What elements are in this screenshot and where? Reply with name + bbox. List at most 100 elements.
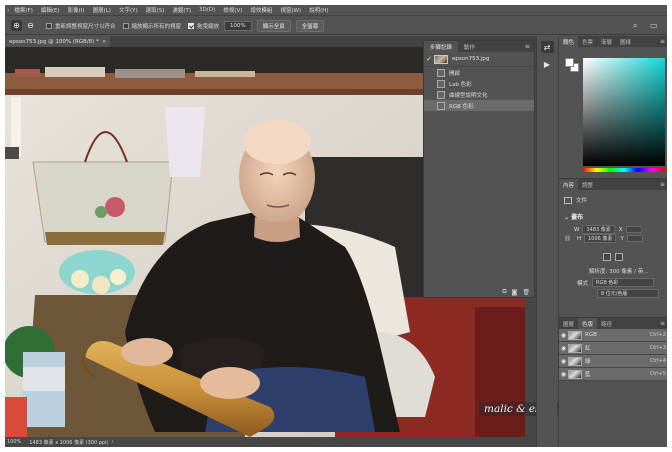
tab-channels[interactable]: 色版 bbox=[578, 318, 598, 329]
checkbox-box[interactable] bbox=[46, 22, 52, 29]
actions-panel-icon[interactable]: ▶ bbox=[541, 58, 554, 70]
fg-bg-swatches[interactable] bbox=[565, 58, 579, 72]
checkbox-label: 重新調整視窗尺寸以符合 bbox=[55, 23, 116, 30]
panel-menu-icon[interactable]: ≡ bbox=[660, 38, 665, 45]
canvas-section-header[interactable]: ⌄ 畫布 bbox=[564, 212, 583, 221]
document-label: 文件 bbox=[576, 198, 588, 204]
tab-adjustments[interactable]: 調整 bbox=[578, 179, 597, 190]
document-tab-title: epson753.jpg @ 100% (RGB/8) * bbox=[9, 38, 99, 45]
menu-filter[interactable]: 濾鏡(T) bbox=[168, 6, 195, 14]
search-icon[interactable]: ⌕ bbox=[633, 21, 637, 31]
eye-icon[interactable]: ◉ bbox=[559, 371, 568, 378]
zoom-100-button[interactable]: 100% bbox=[224, 20, 252, 31]
trash-icon[interactable]: 🗑 bbox=[522, 289, 530, 296]
history-brush-icon[interactable]: ✓ bbox=[424, 55, 434, 63]
menu-select[interactable]: 選取(S) bbox=[142, 6, 169, 14]
width-label: W bbox=[574, 226, 580, 233]
zoom-out-icon[interactable]: ⊖ bbox=[25, 20, 36, 31]
photoshop-window: › 檔案(F) 編輯(E) 影像(I) 圖層(L) 文字(Y) 選取(S) 濾鏡… bbox=[5, 5, 667, 447]
menu-layer[interactable]: 圖層(L) bbox=[89, 6, 115, 14]
tab-color[interactable]: 顏色 bbox=[559, 36, 579, 47]
height-field[interactable]: 1006 像素 bbox=[584, 234, 617, 243]
channel-shortcut: Ctrl+2 bbox=[649, 332, 666, 338]
resolution-label: 解析度: 300 像素 / 英... bbox=[589, 269, 649, 275]
link-icon[interactable]: ⛓ bbox=[564, 236, 571, 242]
zoom-in-icon[interactable]: ⊕ bbox=[11, 20, 22, 31]
panel-menu-icon[interactable]: ≡ bbox=[660, 320, 665, 327]
hue-slider[interactable] bbox=[583, 168, 665, 172]
menu-image[interactable]: 影像(I) bbox=[64, 6, 89, 14]
eye-icon[interactable]: ◉ bbox=[559, 358, 568, 365]
bit-depth-select[interactable]: 8 位元/色版 bbox=[597, 289, 659, 298]
history-snapshot[interactable]: ✓ epson753.jpg bbox=[424, 52, 534, 67]
channel-row[interactable]: ◉ RGB Ctrl+2 bbox=[559, 329, 667, 342]
checkbox-box[interactable] bbox=[122, 22, 129, 29]
color-picker-field[interactable] bbox=[583, 58, 665, 166]
tab-swatches[interactable]: 色票 bbox=[578, 36, 597, 47]
history-item[interactable]: Lab 色彩 bbox=[424, 78, 534, 89]
tab-paths[interactable]: 路徑 bbox=[597, 318, 616, 329]
checkbox-box[interactable] bbox=[188, 22, 195, 29]
menu-file[interactable]: 檔案(F) bbox=[10, 6, 36, 14]
y-label: Y bbox=[620, 235, 624, 242]
history-step-icon bbox=[437, 101, 445, 110]
menu-3d[interactable]: 3D(D) bbox=[195, 7, 219, 13]
tab-patterns[interactable]: 圖樣 bbox=[616, 36, 635, 47]
portrait-icon[interactable] bbox=[603, 253, 611, 261]
resize-windows-checkbox[interactable]: 重新調整視窗尺寸以符合 bbox=[46, 22, 116, 30]
history-panel-icon[interactable]: ⇄ bbox=[540, 41, 554, 53]
channel-name: 藍 bbox=[585, 372, 591, 378]
chevron-icon[interactable]: › bbox=[7, 7, 9, 14]
camera-icon[interactable]: ◙ bbox=[512, 289, 518, 296]
y-field[interactable] bbox=[626, 235, 643, 242]
status-document-size: 1483 像素 x 1006 像素 (300 ppi) bbox=[29, 439, 109, 446]
landscape-icon[interactable] bbox=[615, 253, 623, 261]
tab-history[interactable]: 步驟記錄 bbox=[424, 41, 459, 52]
panel-icon-strip: ⇄ ▶ bbox=[536, 36, 557, 447]
mode-select[interactable]: RGB 色彩 bbox=[592, 278, 655, 287]
menu-edit[interactable]: 編輯(E) bbox=[37, 6, 64, 14]
panel-menu-icon[interactable]: ≡ bbox=[660, 181, 665, 188]
menu-plugins[interactable]: 增效模組 bbox=[246, 6, 276, 14]
document-icon bbox=[564, 196, 572, 204]
width-row: W 1483 像素 X bbox=[574, 225, 642, 234]
fit-screen-button[interactable]: 顯示全頁 bbox=[256, 19, 291, 32]
channel-shortcut: Ctrl+4 bbox=[649, 358, 666, 364]
history-item[interactable]: 開啟 bbox=[424, 67, 534, 78]
x-field[interactable] bbox=[625, 226, 642, 233]
new-document-from-state-icon[interactable]: ⧉ bbox=[502, 288, 506, 296]
tab-actions[interactable]: 動作 bbox=[458, 41, 481, 52]
eye-icon[interactable]: ◉ bbox=[559, 332, 568, 339]
channel-row[interactable]: ◉ 綠 Ctrl+4 bbox=[559, 355, 667, 368]
zoom-all-windows-checkbox[interactable]: 縮放顯示所有的視窗 bbox=[122, 22, 181, 30]
menu-help[interactable]: 說明(H) bbox=[305, 6, 332, 14]
panel-menu-icon[interactable]: ≡ bbox=[525, 43, 530, 50]
snapshot-thumbnail bbox=[434, 54, 448, 64]
tab-gradients[interactable]: 漸層 bbox=[597, 36, 616, 47]
history-footer: ⧉ ◙ 🗑 bbox=[424, 287, 534, 297]
close-icon[interactable]: × bbox=[102, 39, 107, 45]
history-item[interactable]: RGB 色彩 bbox=[424, 100, 534, 111]
channel-row[interactable]: ◉ 藍 Ctrl+5 bbox=[559, 368, 667, 381]
scrubby-zoom-checkbox[interactable]: 拖曳縮放 bbox=[188, 22, 219, 30]
status-zoom[interactable]: 100% bbox=[7, 439, 21, 445]
channel-row[interactable]: ◉ 紅 Ctrl+3 bbox=[559, 342, 667, 355]
mode-label: 模式 bbox=[577, 280, 589, 287]
foreground-color-swatch[interactable] bbox=[565, 58, 574, 67]
menu-bar: › 檔案(F) 編輯(E) 影像(I) 圖層(L) 文字(Y) 選取(S) 濾鏡… bbox=[5, 5, 667, 16]
document-tab[interactable]: epson753.jpg @ 100% (RGB/8) * × bbox=[5, 36, 111, 47]
fill-screen-button[interactable]: 全螢幕 bbox=[295, 19, 325, 32]
mode-row: 模式 RGB 色彩 bbox=[577, 278, 655, 287]
menu-view[interactable]: 檢視(V) bbox=[219, 6, 246, 14]
status-menu-arrow-icon[interactable]: › bbox=[111, 439, 113, 445]
history-step-icon bbox=[437, 79, 445, 88]
menu-window[interactable]: 視窗(W) bbox=[276, 6, 305, 14]
eye-icon[interactable]: ◉ bbox=[559, 345, 568, 352]
history-item[interactable]: 曲線型說明文化 bbox=[424, 89, 534, 100]
workspace-icon[interactable]: ▭ bbox=[650, 21, 658, 30]
width-field[interactable]: 1483 像素 bbox=[582, 225, 615, 234]
tab-layers[interactable]: 圖層 bbox=[559, 318, 578, 329]
tab-properties[interactable]: 內容 bbox=[559, 179, 579, 190]
menu-type[interactable]: 文字(Y) bbox=[115, 6, 142, 14]
chevron-down-icon[interactable]: ⌄ bbox=[564, 214, 569, 221]
